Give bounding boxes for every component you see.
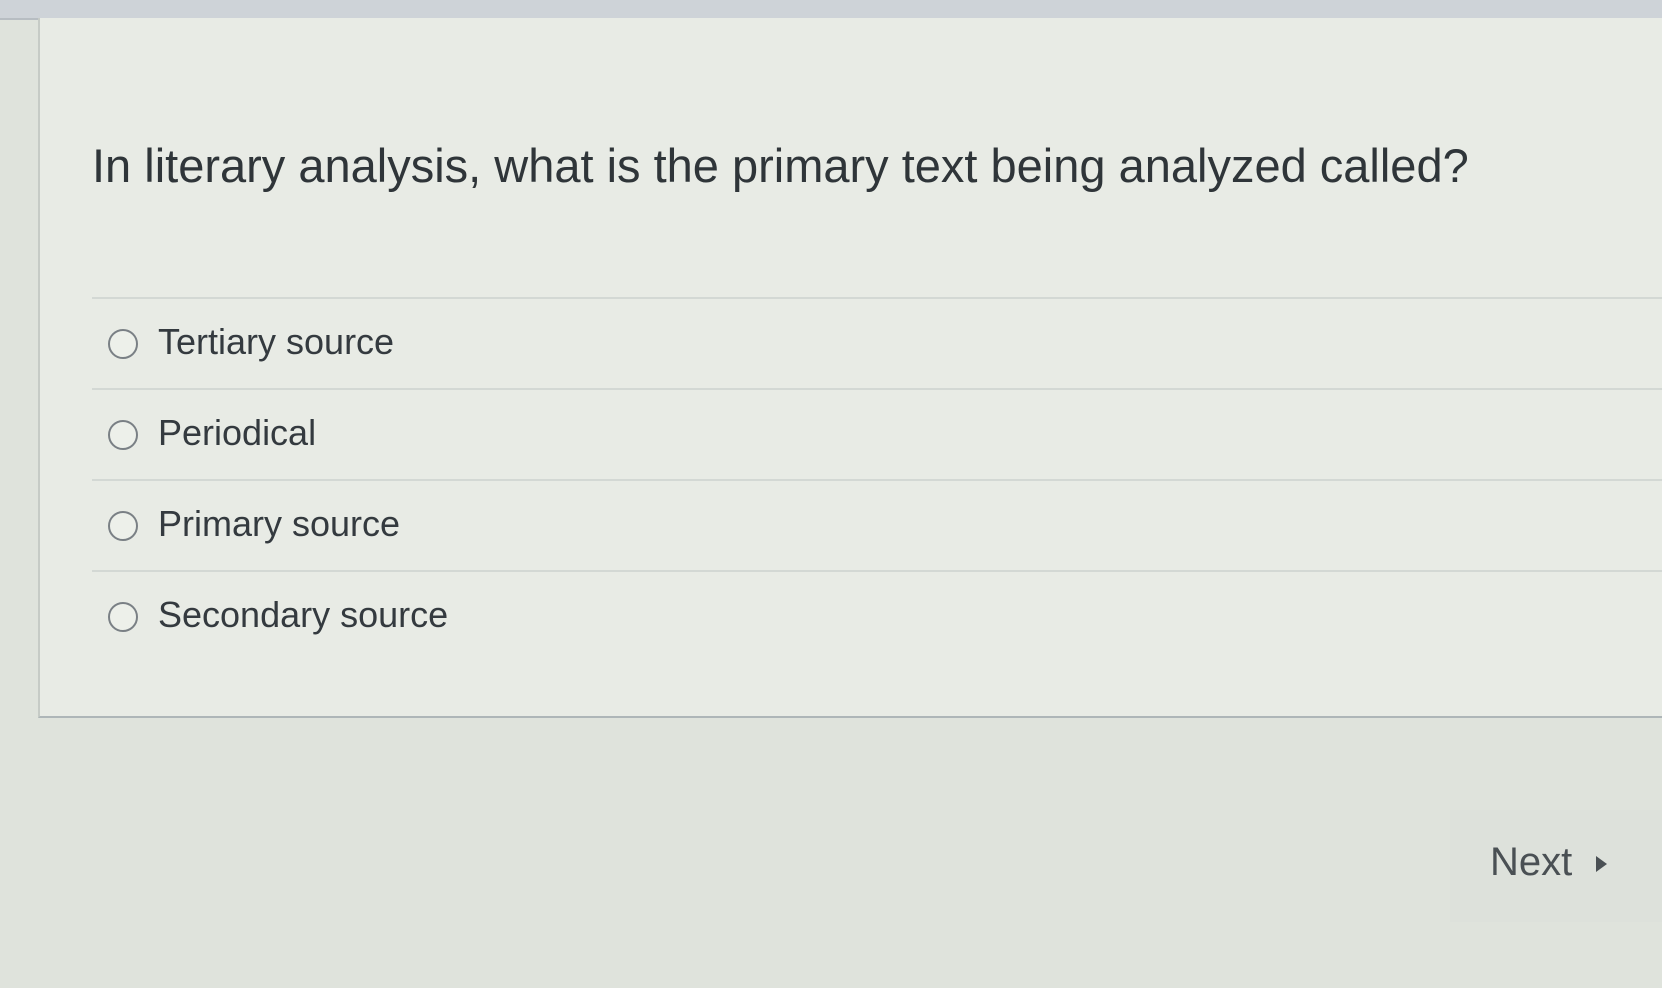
answer-label: Tertiary source bbox=[158, 320, 395, 362]
answer-label: Primary source bbox=[158, 502, 401, 544]
radio-button[interactable] bbox=[108, 328, 138, 359]
answer-label: Periodical bbox=[158, 411, 317, 453]
answer-label: Secondary source bbox=[158, 593, 449, 635]
answer-option-primary-source[interactable]: Primary source bbox=[92, 479, 1662, 570]
radio-button[interactable] bbox=[108, 510, 138, 541]
triangle-right-icon bbox=[1596, 856, 1608, 872]
radio-button[interactable] bbox=[108, 601, 138, 632]
question-text: In literary analysis, what is the primar… bbox=[92, 139, 1469, 192]
top-strip bbox=[0, 0, 1662, 20]
answer-list: Tertiary source Periodical Primary sourc… bbox=[92, 297, 1662, 661]
answer-option-tertiary-source[interactable]: Tertiary source bbox=[92, 297, 1662, 388]
radio-button[interactable] bbox=[108, 419, 138, 450]
answer-option-secondary-source[interactable]: Secondary source bbox=[92, 570, 1662, 661]
next-label: Next bbox=[1490, 840, 1573, 884]
next-button[interactable]: Next bbox=[1490, 838, 1608, 886]
answer-option-periodical[interactable]: Periodical bbox=[92, 388, 1662, 479]
question-card: In literary analysis, what is the primar… bbox=[38, 18, 1662, 718]
